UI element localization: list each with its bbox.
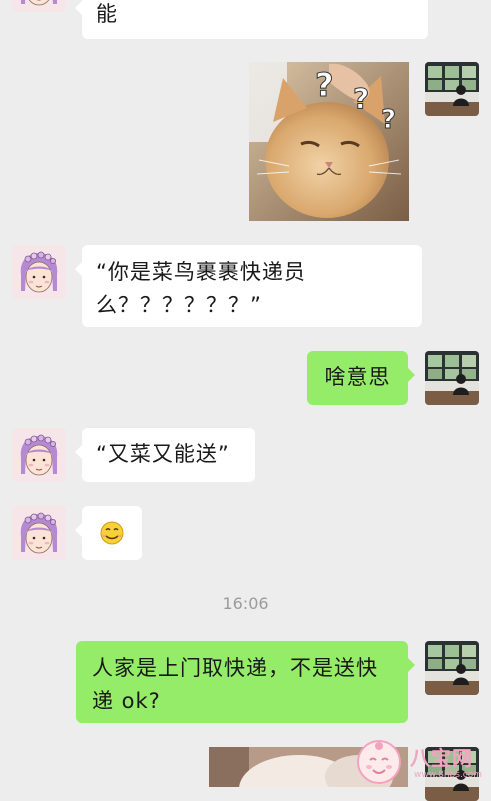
message-bubble[interactable]: “又菜又能送”: [75, 428, 255, 482]
message-bubble[interactable]: 人家是上门取快递，不是送快递 ok?: [76, 641, 415, 723]
cat-sticker-image[interactable]: ? ? ?: [249, 62, 409, 221]
contact-avatar[interactable]: [12, 245, 66, 299]
message-text: 能: [96, 2, 118, 26]
my-avatar[interactable]: [425, 641, 479, 695]
svg-text:?: ?: [353, 82, 369, 115]
message-text: “你是菜鸟裹裹快递员么？？？？？？”: [96, 260, 306, 317]
watermark-url: www.8hbs.com: [414, 770, 483, 780]
message-text: 啥意思: [324, 365, 391, 389]
smile-emoji-icon: [100, 521, 124, 545]
svg-text:?: ?: [381, 105, 396, 135]
message-bubble[interactable]: 啥意思: [307, 351, 415, 405]
baby-logo-icon: [357, 740, 401, 784]
contact-avatar[interactable]: [12, 506, 66, 560]
message-bubble[interactable]: 能: [75, 0, 428, 39]
watermark-name: 八宝网: [410, 746, 473, 770]
my-avatar[interactable]: [425, 351, 479, 405]
message-text: “又菜又能送”: [96, 442, 230, 466]
message-text: 人家是上门取快递，不是送快递 ok?: [92, 656, 378, 713]
contact-avatar[interactable]: [12, 428, 66, 482]
svg-text:?: ?: [315, 66, 334, 104]
timestamp: 16:06: [222, 594, 269, 613]
confused-cat-sticker-icon: ? ? ?: [249, 62, 409, 221]
message-bubble[interactable]: [75, 506, 142, 560]
my-avatar[interactable]: [425, 62, 479, 116]
message-bubble[interactable]: “你是菜鸟裹裹快递员么？？？？？？”: [75, 245, 422, 327]
contact-avatar[interactable]: [12, 0, 66, 12]
